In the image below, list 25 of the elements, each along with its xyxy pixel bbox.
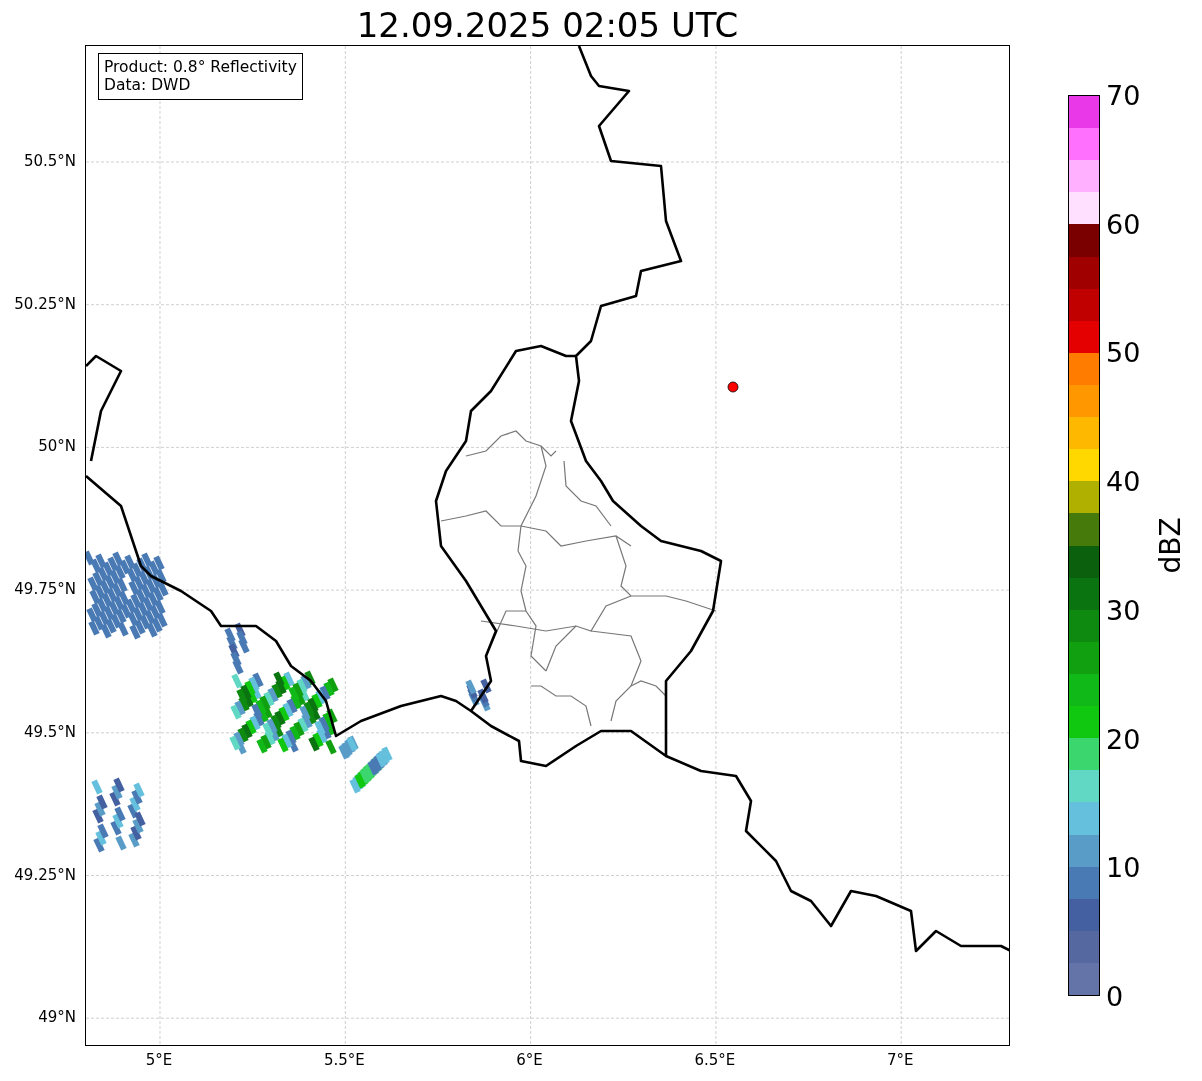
longitude-label: 6.5°E bbox=[694, 1051, 736, 1069]
colorbar-tick-label: 40 bbox=[1106, 467, 1141, 495]
latitude-label: 49.75°N bbox=[14, 580, 76, 599]
latitude-label: 50.5°N bbox=[23, 152, 76, 170]
chart-title: 12.09.2025 02:05 UTC bbox=[355, 4, 740, 45]
latitude-label: 50°N bbox=[38, 437, 76, 456]
longitude-label: 7°E bbox=[886, 1051, 914, 1069]
latitude-label: 49°N bbox=[38, 1008, 76, 1027]
colorbar-tick-label: 20 bbox=[1106, 725, 1141, 753]
longitude-label: 5°E bbox=[145, 1051, 173, 1069]
colorbar-tick-label: 10 bbox=[1106, 853, 1141, 881]
colorbar-label: dBZ bbox=[1153, 517, 1187, 574]
info-text: Data: DWD bbox=[104, 76, 192, 94]
colorbar-tick-label: 0 bbox=[1106, 982, 1124, 1010]
info-text: Product: 0.8° Reflectivity bbox=[104, 58, 297, 76]
latitude-label: 50.25°N bbox=[14, 294, 76, 313]
longitude-label: 6°E bbox=[516, 1051, 543, 1069]
latitude-label: 49.5°N bbox=[23, 722, 76, 741]
colorbar-tick-label: 50 bbox=[1106, 338, 1141, 366]
colorbar-tick-label: 70 bbox=[1106, 81, 1141, 109]
colorbar-tick-label: 60 bbox=[1106, 210, 1141, 238]
radar-site-marker bbox=[727, 381, 739, 393]
longitude-label: 5.5°E bbox=[323, 1051, 365, 1069]
latitude-label: 49.25°N bbox=[14, 865, 76, 884]
colorbar-tick-label: 30 bbox=[1106, 596, 1141, 624]
